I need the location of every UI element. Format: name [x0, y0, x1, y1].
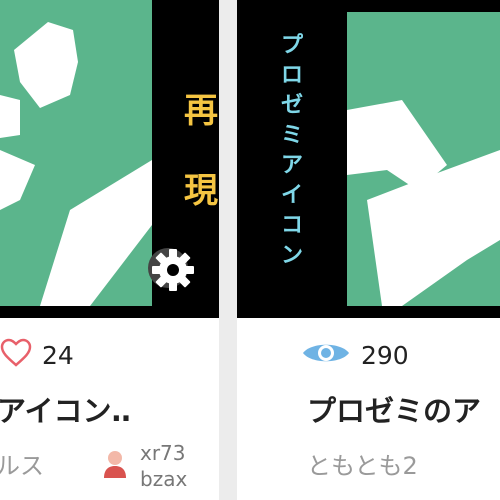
card-title[interactable]: プロゼミのア: [307, 388, 481, 430]
card-thumbnail[interactable]: 再 現: [0, 0, 219, 318]
content-card-right[interactable]: プ ロ ゼ ミ ア イ コ ン 290 プロゼミのア ともとも2: [237, 0, 500, 500]
views-count: 290: [361, 340, 409, 370]
user-avatar-icon: [102, 449, 128, 483]
views-stat: 290: [301, 338, 409, 372]
likes-count: 24: [42, 340, 74, 370]
user-name-line1: xr73: [140, 441, 186, 465]
thumb-label: 再: [184, 91, 218, 131]
settings-gear-icon[interactable]: [146, 243, 200, 297]
likes-stat: 24: [0, 338, 74, 372]
heart-icon[interactable]: [0, 338, 32, 372]
thumb-vertical-label: プ ロ ゼ ミ ア イ コ ン: [281, 33, 311, 268]
content-card-left[interactable]: 再 現 24 アイコン‥ ルス xr73 bzax: [0, 0, 219, 500]
svg-text:現: 現: [184, 171, 218, 211]
user-name-line2: bzax: [140, 467, 188, 491]
eye-icon: [301, 338, 351, 372]
card-author[interactable]: ともとも2: [307, 446, 418, 481]
card-title[interactable]: アイコン‥: [0, 388, 131, 430]
card-subtitle: ルス: [0, 452, 44, 480]
card-thumbnail[interactable]: プ ロ ゼ ミ ア イ コ ン: [237, 0, 500, 318]
card-user[interactable]: xr73 bzax: [102, 440, 187, 492]
